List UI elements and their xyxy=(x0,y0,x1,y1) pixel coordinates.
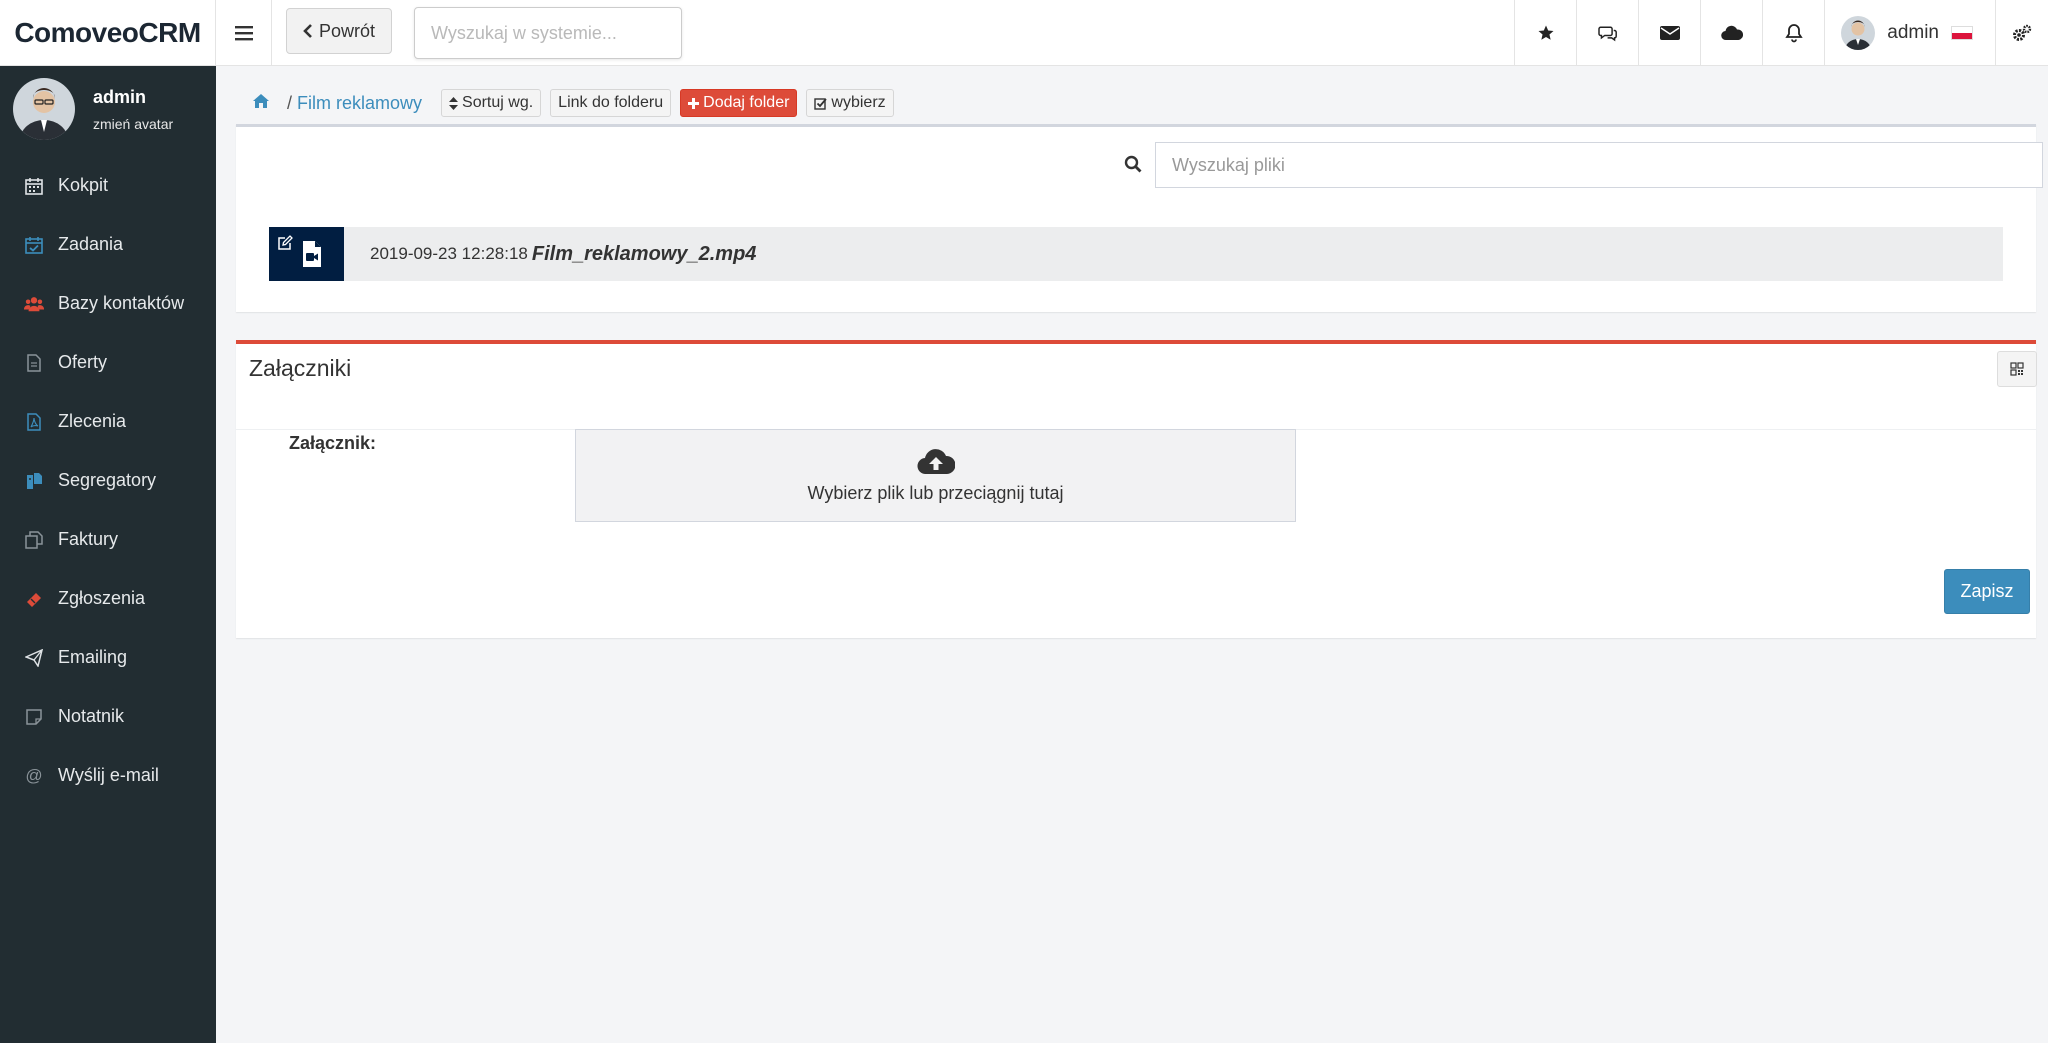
top-icons-group: admin xyxy=(1514,0,2048,65)
qrcode-icon xyxy=(2010,362,2024,376)
file-type-box xyxy=(269,227,344,281)
add-folder-button[interactable]: Dodaj folder xyxy=(680,89,798,117)
sidebar-item-bazy-kontaktow[interactable]: Bazy kontaktów xyxy=(0,274,216,333)
settings-button[interactable] xyxy=(1996,0,2048,65)
save-button[interactable]: Zapisz xyxy=(1944,569,2030,614)
video-file-icon xyxy=(303,241,321,267)
sidebar-user-name: admin xyxy=(93,86,147,107)
cogs-icon xyxy=(2013,24,2032,41)
paper-plane-icon xyxy=(24,648,44,668)
sidebar-item-emailing[interactable]: Emailing xyxy=(0,628,216,687)
ticket-icon xyxy=(24,589,44,609)
file-list-item[interactable]: 2019-09-23 12:28:18 Film_reklamowy_2.mp4 xyxy=(269,227,2003,281)
sidebar-avatar[interactable] xyxy=(13,78,75,140)
home-link[interactable] xyxy=(252,93,270,114)
users-icon xyxy=(24,294,44,314)
sidebar-item-wyslij-email[interactable]: @ Wyślij e-mail xyxy=(0,746,216,805)
back-button[interactable]: Powrót xyxy=(286,8,393,54)
copy-icon xyxy=(24,530,44,550)
hamburger-icon xyxy=(234,25,253,40)
notifications-button[interactable] xyxy=(1762,0,1824,65)
sidebar-item-label: Faktury xyxy=(58,529,119,549)
add-folder-button-label: Dodaj folder xyxy=(703,94,790,111)
sidebar-item-segregatory[interactable]: Segregatory xyxy=(0,451,216,510)
attachments-box: Załączniki Załącznik: Wybierz plik lub p… xyxy=(236,340,2037,638)
breadcrumb: / Film reklamowy Sortuj wg. Link do fold… xyxy=(252,89,894,117)
sidebar-item-label: Emailing xyxy=(58,647,128,667)
file-name: Film_reklamowy_2.mp4 xyxy=(531,242,757,265)
calendar-check-icon xyxy=(24,235,44,255)
select-button[interactable]: wybierz xyxy=(806,89,894,117)
sort-button-label: Sortuj wg. xyxy=(462,94,534,111)
sidebar-item-zgloszenia[interactable]: Zgłoszenia xyxy=(0,569,216,628)
pdf-file-icon xyxy=(24,412,44,432)
main-content: / Film reklamowy Sortuj wg. Link do fold… xyxy=(216,66,2048,1043)
messages-button[interactable] xyxy=(1638,0,1700,65)
sidebar-item-label: Kokpit xyxy=(58,175,109,195)
sidebar-item-oferty[interactable]: Oferty xyxy=(0,333,216,392)
system-search-input[interactable] xyxy=(414,7,683,59)
change-avatar-link[interactable]: zmień avatar xyxy=(93,116,173,132)
user-menu[interactable]: admin xyxy=(1824,0,1996,65)
cloud-button[interactable] xyxy=(1700,0,1762,65)
sidebar-item-kokpit[interactable]: Kokpit xyxy=(0,156,216,215)
folder-link-button[interactable]: Link do folderu xyxy=(550,89,672,117)
dropzone-text: Wybierz plik lub przeciągnij tutaj xyxy=(807,483,1064,503)
attachments-title: Załączniki xyxy=(249,355,352,381)
sidebar-item-zadania[interactable]: Zadania xyxy=(0,215,216,274)
breadcrumb-separator: / xyxy=(287,92,293,113)
qr-code-button[interactable] xyxy=(1997,351,2037,387)
select-button-label: wybierz xyxy=(831,94,886,111)
sidebar-item-zlecenia[interactable]: Zlecenia xyxy=(0,392,216,451)
sidebar-toggle-button[interactable] xyxy=(216,0,272,65)
star-icon xyxy=(1538,25,1554,40)
attachment-field-label: Załącznik: xyxy=(289,433,377,453)
back-button-label: Powrót xyxy=(319,20,376,41)
check-square-icon xyxy=(814,97,828,110)
favorites-button[interactable] xyxy=(1514,0,1576,65)
bell-icon xyxy=(1785,23,1803,42)
sidebar-item-label: Zadania xyxy=(58,234,124,254)
sidebar-item-label: Wyślij e-mail xyxy=(58,765,159,785)
comments-icon xyxy=(1598,26,1617,41)
sort-icon xyxy=(449,96,459,110)
home-icon xyxy=(253,93,269,108)
top-user-name: admin xyxy=(1887,21,1939,43)
sidebar-item-faktury[interactable]: Faktury xyxy=(0,510,216,569)
document-icon xyxy=(24,353,44,373)
file-search-input[interactable] xyxy=(1155,142,2043,188)
search-icon xyxy=(1124,155,1142,178)
sidebar-item-notatnik[interactable]: Notatnik xyxy=(0,687,216,746)
top-navbar: ComoveoCRM Powrót admin xyxy=(0,0,2048,66)
file-dropzone[interactable]: Wybierz plik lub przeciągnij tutaj xyxy=(575,429,1296,522)
sidebar-menu: Kokpit Zadania Bazy kontaktów Oferty Zle… xyxy=(0,156,216,805)
sort-button[interactable]: Sortuj wg. xyxy=(441,89,542,117)
chat-button[interactable] xyxy=(1576,0,1638,65)
sidebar-item-label: Notatnik xyxy=(58,706,125,726)
chevron-left-icon xyxy=(303,24,312,38)
sidebar-user-panel: admin zmień avatar xyxy=(0,66,216,152)
note-icon xyxy=(24,707,44,727)
envelope-icon xyxy=(1659,25,1680,40)
cloud-upload-icon xyxy=(917,449,955,475)
sidebar-item-label: Segregatory xyxy=(58,470,157,490)
sidebar-item-label: Zgłoszenia xyxy=(58,588,146,608)
avatar xyxy=(1841,15,1876,50)
at-icon: @ xyxy=(25,765,43,785)
cloud-icon xyxy=(1721,25,1743,40)
files-box: 2019-09-23 12:28:18 Film_reklamowy_2.mp4 xyxy=(236,124,2043,312)
binder-icon xyxy=(24,471,44,491)
sidebar-item-label: Zlecenia xyxy=(58,411,127,431)
plus-icon xyxy=(688,97,700,109)
sidebar-item-label: Oferty xyxy=(58,352,108,372)
brand-logo[interactable]: ComoveoCRM xyxy=(0,0,216,65)
file-date: 2019-09-23 12:28:18 xyxy=(370,244,528,263)
sidebar: admin zmień avatar Kokpit Zadania Bazy k… xyxy=(0,66,216,1043)
edit-icon[interactable] xyxy=(277,235,293,250)
sidebar-item-label: Bazy kontaktów xyxy=(58,293,185,313)
breadcrumb-folder-link[interactable]: Film reklamowy xyxy=(297,93,422,114)
folder-link-button-label: Link do folderu xyxy=(558,94,664,111)
calendar-icon xyxy=(24,176,44,196)
polish-flag-icon xyxy=(1951,25,1973,40)
